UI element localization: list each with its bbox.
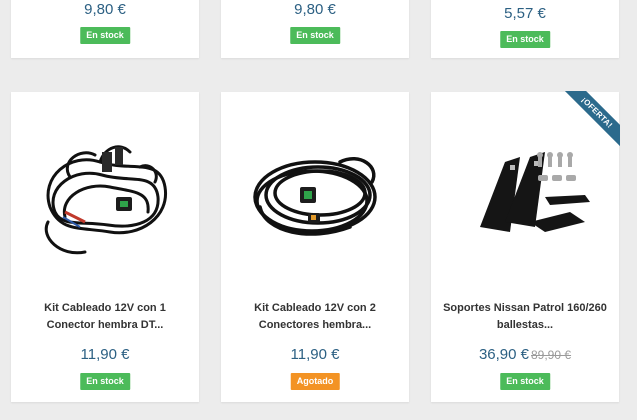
product-card[interactable]: ¡OFERTA! Soportes Nissan Patrol 160/260 … [431,91,620,402]
stock-badge: En stock [500,373,550,390]
product-price: 36,90 €89,90 € [431,346,619,363]
stock-badge: En stock [500,31,550,48]
product-title[interactable]: Soportes Nissan Patrol 160/260 ballestas… [437,300,613,334]
product-price: 9,80 € [294,1,336,18]
product-title-line: Conector hembra DT... [46,319,164,331]
product-image[interactable] [239,117,391,267]
stock-badge: En stock [80,373,130,390]
product-title[interactable]: Kit Cableado 12V con 2 Conectores hembra… [237,300,393,334]
product-price: 5,57 € [504,5,546,22]
product-card[interactable]: 9,80 € En stock [221,0,409,58]
product-price: 11,90 € [80,346,130,363]
product-image[interactable] [29,117,181,267]
product-title-line: ballestas... [496,319,554,331]
old-price: 89,90 € [531,348,572,362]
stock-badge: En stock [290,27,340,44]
product-title-line: Kit Cableado 12V con 2 [254,302,376,314]
current-price: 36,90 € [478,346,529,363]
product-price: 11,90 € [290,346,340,363]
product-card[interactable]: 5,57 € En stock [431,0,619,58]
product-card[interactable]: Kit Cableado 12V con 1 Conector hembra D… [11,92,199,402]
product-title[interactable]: Kit Cableado 12V con 1 Conector hembra D… [27,300,183,334]
product-title-line: Kit Cableado 12V con 1 [44,302,166,314]
product-card[interactable]: Kit Cableado 12V con 2 Conectores hembra… [221,92,409,402]
product-card[interactable]: 9,80 € En stock [11,0,199,58]
stock-badge: Agotado [290,373,340,390]
product-title-line: Conectores hembra... [258,319,372,331]
product-title-line: Soportes Nissan Patrol 160/260 [443,302,607,314]
product-image[interactable] [449,117,601,267]
product-price: 9,80 € [84,1,126,18]
stock-badge: En stock [80,27,130,44]
